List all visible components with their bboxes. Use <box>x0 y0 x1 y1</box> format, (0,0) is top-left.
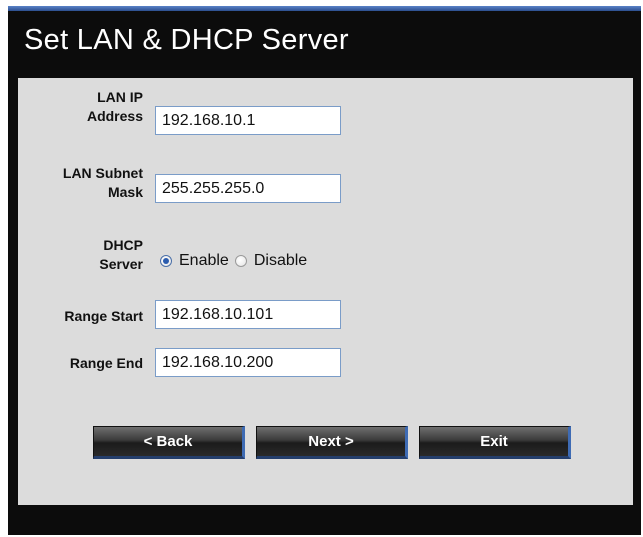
lan-ip-input[interactable] <box>155 106 341 135</box>
settings-panel: LAN IP Address LAN Subnet Mask DHCP Serv… <box>18 78 633 505</box>
subnet-mask-label-line2: Mask <box>107 184 143 200</box>
dhcp-server-label-line1: DHCP <box>103 237 143 253</box>
dhcp-enable-label[interactable]: Enable <box>179 252 229 270</box>
dhcp-server-label-line2: Server <box>99 256 143 272</box>
range-end-input[interactable] <box>155 348 341 377</box>
lan-ip-label: LAN IP Address <box>18 88 143 126</box>
lan-ip-label-line2: Address <box>86 108 143 124</box>
subnet-mask-input[interactable] <box>155 174 341 203</box>
page-title: Set LAN & DHCP Server <box>24 24 349 56</box>
dhcp-disable-radio[interactable] <box>234 255 247 267</box>
dhcp-server-label: DHCP Server <box>18 236 143 274</box>
next-button[interactable]: Next > <box>256 426 408 459</box>
range-start-input[interactable] <box>155 300 341 329</box>
back-button[interactable]: < Back <box>93 426 245 459</box>
wizard-window: Set LAN & DHCP Server LAN IP Address LAN… <box>8 6 641 535</box>
exit-button[interactable]: Exit <box>419 426 571 459</box>
subnet-mask-label-line1: LAN Subnet <box>62 165 143 181</box>
dhcp-disable-label[interactable]: Disable <box>254 252 307 270</box>
range-end-label: Range End <box>69 355 143 371</box>
subnet-mask-label: LAN Subnet Mask <box>18 164 143 202</box>
dhcp-server-radio-group: Enable Disable <box>160 252 313 270</box>
range-start-label: Range Start <box>64 308 143 324</box>
dhcp-enable-radio[interactable] <box>160 255 172 267</box>
top-accent-bar <box>8 6 641 11</box>
lan-ip-label-line1: LAN IP <box>97 89 143 105</box>
